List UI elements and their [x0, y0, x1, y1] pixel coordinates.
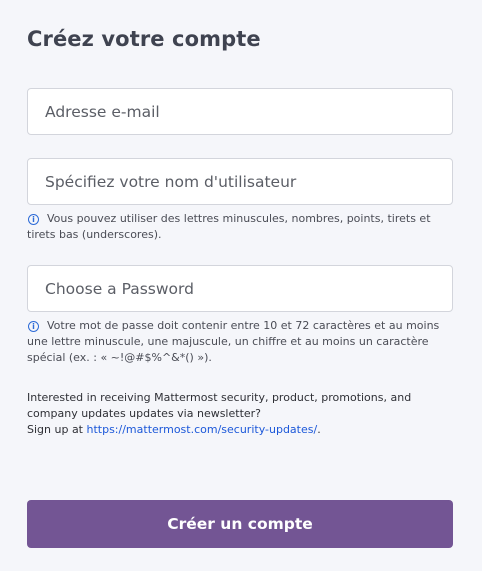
username-hint: i Vous pouvez utiliser des lettres minusc…: [27, 211, 447, 243]
newsletter-signup-suffix: .: [317, 423, 321, 436]
newsletter-notice: Interested in receiving Mattermost secur…: [27, 390, 447, 438]
password-field[interactable]: [27, 265, 453, 312]
security-updates-link[interactable]: https://mattermost.com/security-updates/: [87, 423, 318, 436]
newsletter-signup-prefix: Sign up at: [27, 423, 87, 436]
signup-page: Créez votre compte iVous pouvez utiliser…: [0, 0, 482, 571]
email-field[interactable]: [27, 88, 453, 135]
username-hint-text: Vous pouvez utiliser des lettres minuscu…: [27, 212, 431, 241]
create-account-button[interactable]: Créer un compte: [27, 500, 453, 548]
page-title: Créez votre compte: [27, 27, 261, 51]
password-hint: i Votre mot de passe doit contenir entre …: [27, 318, 447, 366]
password-hint-text: Votre mot de passe doit contenir entre 1…: [27, 319, 440, 364]
info-circle-icon: i: [28, 321, 39, 332]
info-circle-icon: i: [28, 214, 39, 225]
username-field[interactable]: [27, 158, 453, 205]
newsletter-text: Interested in receiving Mattermost secur…: [27, 391, 412, 420]
